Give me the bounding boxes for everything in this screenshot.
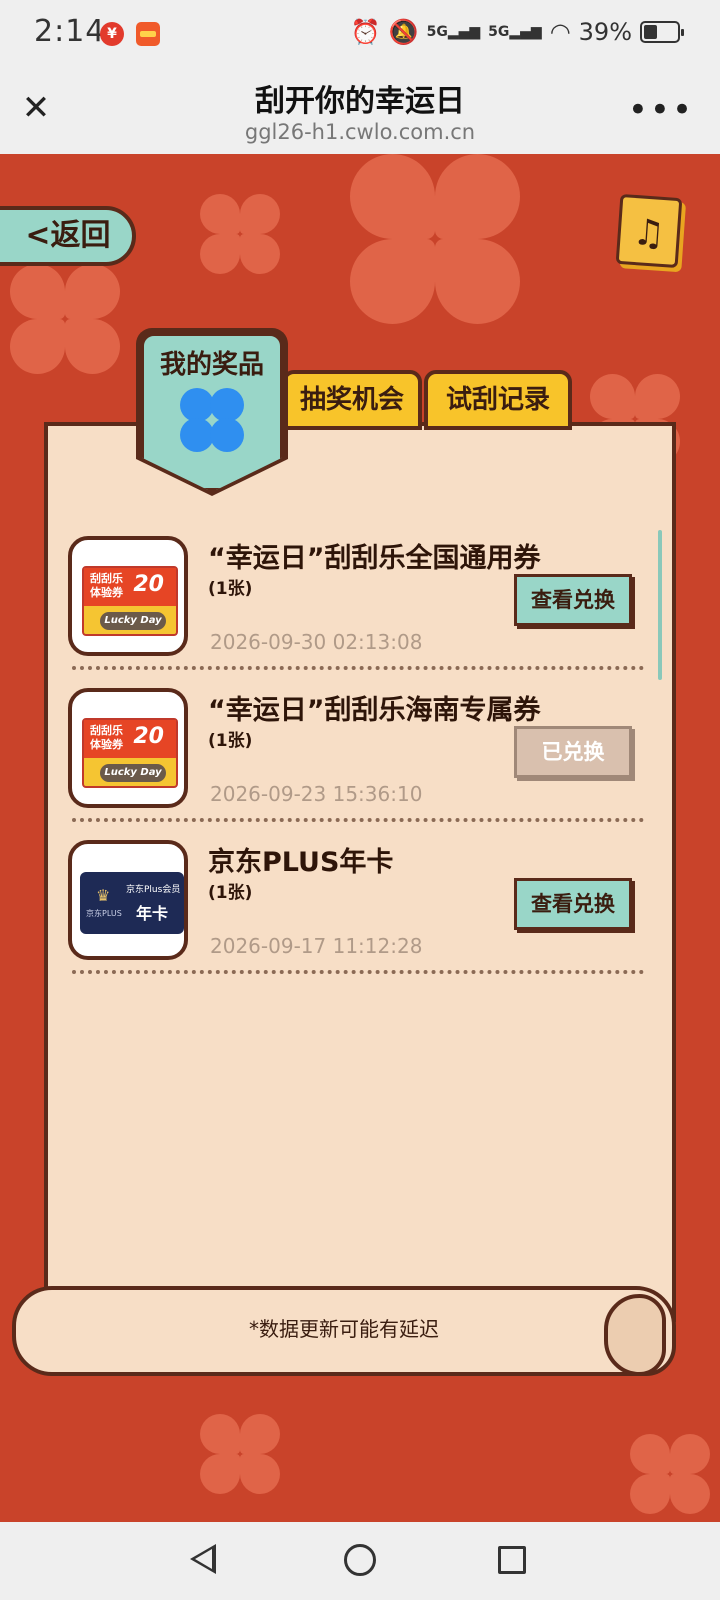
status-icons: ⏰ 🔕 5G▂▄▆ 5G▂▄▆ ◠ 39% xyxy=(350,18,684,46)
prize-name: “幸运日”刮刮乐全国通用券 xyxy=(208,543,541,574)
view-redeem-button[interactable]: 查看兑换 xyxy=(514,878,632,930)
prize-timestamp: 2026-09-23 15:36:10 xyxy=(210,782,423,806)
tab-lottery-chances[interactable]: 抽奖机会 xyxy=(282,370,422,430)
browser-title-bar: ✕ 刮开你的幸运日 ggl26-h1.cwlo.com.cn ••• xyxy=(0,70,720,154)
prize-quantity: (1张) xyxy=(208,579,253,599)
nav-back-icon[interactable] xyxy=(190,1544,216,1574)
scrollbar[interactable] xyxy=(658,530,662,680)
prize-name: “幸运日”刮刮乐海南专属券 xyxy=(208,695,541,726)
view-redeem-button[interactable]: 查看兑换 xyxy=(514,574,632,626)
signal-5g-icon-2: 5G▂▄▆ xyxy=(488,24,542,40)
system-nav-bar xyxy=(0,1522,720,1600)
signal-5g-icon: 5G▂▄▆ xyxy=(426,24,481,40)
ticket-image: 刮刮乐 体验券 20 Lucky Day xyxy=(82,566,178,636)
crown-icon: ♛ xyxy=(96,886,111,905)
status-time: 2:14 xyxy=(34,14,106,49)
alarm-icon: ⏰ xyxy=(350,18,381,46)
app-notification-icon: ¥ xyxy=(100,22,124,46)
prize-quantity: (1张) xyxy=(208,883,253,903)
page-url: ggl26-h1.cwlo.com.cn xyxy=(244,120,476,144)
clover-decoration xyxy=(200,194,280,274)
clover-decoration xyxy=(10,264,120,374)
divider xyxy=(72,970,644,974)
prize-timestamp: 2026-09-17 11:12:28 xyxy=(210,934,423,958)
prize-thumbnail: ♛ 京东PLUS 京东Plus会员 年卡 xyxy=(68,840,188,960)
nav-recent-icon[interactable] xyxy=(498,1546,526,1574)
clover-decoration xyxy=(200,1414,280,1494)
jd-plus-card-image: ♛ 京东PLUS 京东Plus会员 年卡 xyxy=(80,872,184,934)
clover-decoration xyxy=(350,154,520,324)
app-notification-icon-2 xyxy=(136,22,160,46)
prize-timestamp: 2026-09-30 02:13:08 xyxy=(210,630,423,654)
divider xyxy=(72,818,644,822)
mute-icon: 🔕 xyxy=(388,18,419,46)
clover-icon xyxy=(178,386,248,456)
page-title: 刮开你的幸运日 xyxy=(255,84,465,119)
divider xyxy=(72,666,644,670)
battery-percent: 39% xyxy=(578,18,632,46)
data-delay-note: *数据更新可能有延迟 xyxy=(249,1317,439,1341)
ticket-image: 刮刮乐 体验券 20 Lucky Day xyxy=(82,718,178,788)
music-icon[interactable]: ♫ xyxy=(615,193,683,269)
wifi-icon: ◠ xyxy=(549,18,571,46)
status-bar: 2:14 ¥ ⏰ 🔕 5G▂▄▆ 5G▂▄▆ ◠ 39% xyxy=(0,0,720,70)
nav-home-icon[interactable] xyxy=(344,1544,376,1576)
redeemed-button: 已兑换 xyxy=(514,726,632,778)
prize-thumbnail: 刮刮乐 体验券 20 Lucky Day xyxy=(68,688,188,808)
more-icon[interactable]: ••• xyxy=(628,90,694,130)
clover-decoration xyxy=(630,1434,710,1514)
prize-name: 京东PLUS年卡 xyxy=(208,847,394,878)
tab-scratch-records[interactable]: 试刮记录 xyxy=(424,370,572,430)
battery-icon xyxy=(640,21,684,43)
prize-thumbnail: 刮刮乐 体验券 20 Lucky Day xyxy=(68,536,188,656)
back-button[interactable]: <返回 xyxy=(0,206,136,266)
prize-quantity: (1张) xyxy=(208,731,253,751)
tab-my-prizes-label: 我的奖品 xyxy=(159,350,264,380)
prize-page: <返回 ♫ 抽奖机会 试刮记录 我的奖品 刮刮乐 体验券 20 Lucky Day… xyxy=(0,154,720,1522)
